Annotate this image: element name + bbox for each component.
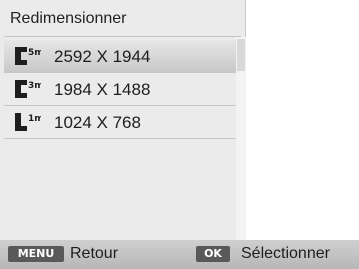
option-label: 1024 X 768: [54, 113, 141, 132]
ok-key-icon: OK: [196, 246, 230, 262]
icon-glyph: 3m: [28, 81, 41, 91]
scrollbar-thumb[interactable]: [237, 39, 245, 71]
select-label[interactable]: Sélectionner: [241, 245, 330, 263]
icon-glyph: 5m: [28, 48, 41, 58]
title-divider: [4, 36, 241, 37]
option-label: 2592 X 1944: [54, 47, 151, 66]
button-guide-bar: MENU Retour OK Sélectionner: [0, 240, 359, 269]
back-label[interactable]: Retour: [70, 245, 118, 263]
option-label: 1984 X 1488: [54, 80, 151, 99]
resize-1m-icon: 1m: [15, 113, 41, 131]
resize-5m-icon: 5m: [15, 47, 41, 65]
resize-option-1024x768[interactable]: 1m 1024 X 768: [4, 106, 236, 139]
menu-title: Redimensionner: [10, 10, 127, 27]
menu-key-icon: MENU: [8, 246, 64, 262]
resize-options-list: 5m 2592 X 1944 3m 1984 X 1488 1m 1024 X …: [4, 40, 236, 139]
scrollbar[interactable]: [236, 37, 246, 240]
resize-option-2592x1944[interactable]: 5m 2592 X 1944: [4, 40, 236, 73]
icon-glyph: 1m: [28, 114, 41, 124]
resize-3m-icon: 3m: [15, 80, 41, 98]
resize-option-1984x1488[interactable]: 3m 1984 X 1488: [4, 73, 236, 106]
resize-menu-panel: Redimensionner 5m 2592 X 1944 3m 1984 X …: [0, 0, 246, 240]
